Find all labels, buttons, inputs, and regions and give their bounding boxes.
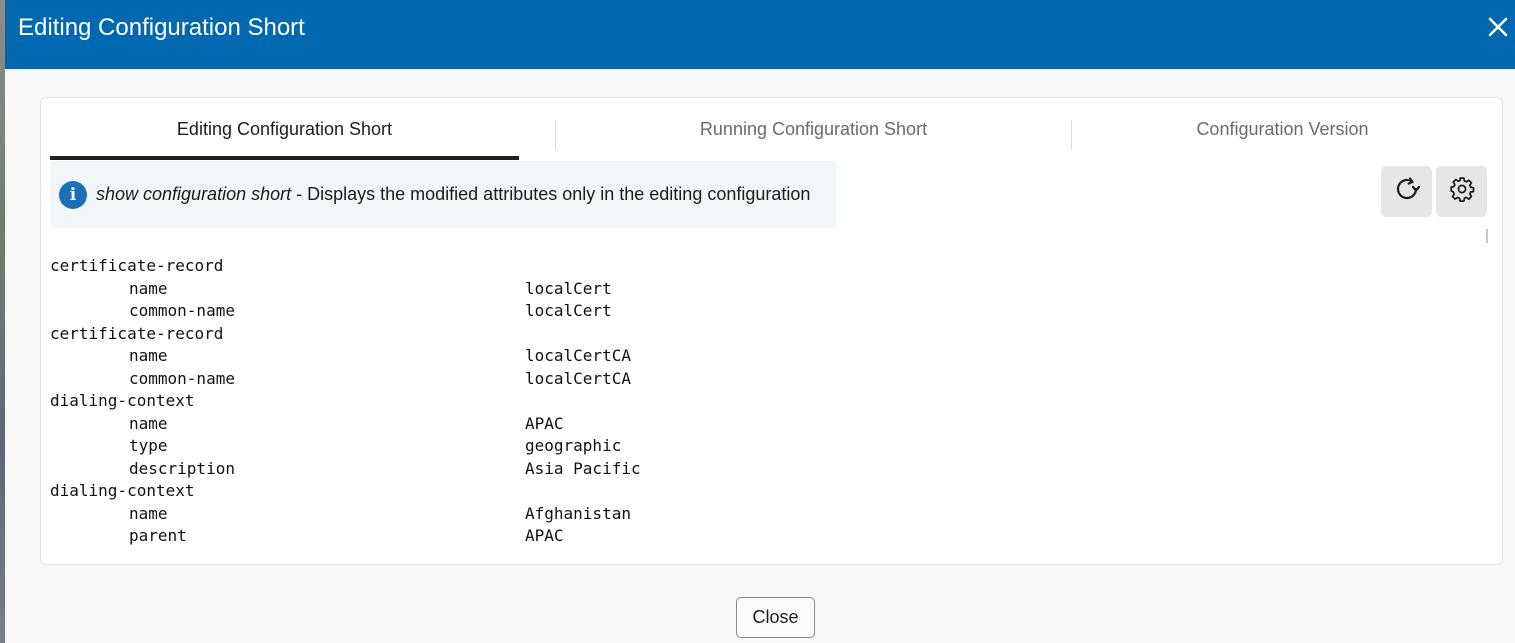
tab-configuration-version[interactable]: Configuration Version — [1072, 98, 1493, 160]
edit-config-dialog: Editing Configuration Short Editing Conf… — [5, 0, 1515, 643]
config-value: localCertCA — [525, 346, 631, 365]
config-attribute: dialing-context — [50, 481, 195, 500]
info-message: show configuration short - Displays the … — [96, 184, 810, 205]
config-attribute: type — [129, 436, 168, 455]
tab-label: Running Configuration Short — [699, 118, 928, 139]
tab-label: Editing Configuration Short — [176, 118, 393, 139]
active-tab-indicator — [50, 156, 519, 160]
config-attribute: description — [129, 458, 235, 478]
tab-bar: Editing Configuration Short Running Conf… — [50, 98, 1493, 160]
config-value: Asia Pacific — [525, 458, 641, 478]
config-line: dialing-context — [50, 480, 1480, 503]
config-line: name localCert — [50, 278, 1480, 301]
config-line: name localCertCA — [50, 345, 1480, 368]
tab-label: Configuration Version — [1196, 118, 1369, 139]
refresh-button[interactable] — [1381, 166, 1432, 217]
config-value: localCert — [525, 301, 612, 320]
config-line: common-name localCertCA — [50, 368, 1480, 391]
config-attribute: type — [129, 548, 168, 553]
config-value: localCert — [525, 278, 612, 298]
refresh-icon — [1393, 175, 1421, 208]
config-line: dialing-context — [50, 390, 1480, 413]
config-attribute: name — [129, 346, 168, 365]
dialog-title: Editing Configuration Short — [18, 14, 305, 41]
config-line: description Asia Pacific — [50, 458, 1480, 481]
config-line: parent APAC — [50, 525, 1480, 548]
close-icon[interactable] — [1485, 14, 1511, 40]
gear-icon — [1449, 176, 1475, 207]
config-value: Afghanistan — [525, 503, 631, 523]
config-line: type geographic — [50, 548, 1480, 553]
info-icon: i — [59, 180, 87, 209]
config-value: APAC — [525, 413, 564, 433]
tab-running-configuration-short[interactable]: Running Configuration Short — [556, 98, 1071, 160]
tab-editing-configuration-short[interactable]: Editing Configuration Short — [50, 98, 519, 160]
config-attribute: name — [129, 413, 168, 433]
configuration-output: certificate-record name localCert common-na… — [50, 255, 1480, 552]
dialog-titlebar: Editing Configuration Short — [5, 0, 1515, 69]
config-line: certificate-record — [50, 255, 1480, 278]
info-description: - Displays the modified attributes only … — [291, 184, 811, 204]
config-attribute: name — [129, 278, 168, 298]
settings-button[interactable] — [1436, 166, 1487, 217]
config-attribute: dialing-context — [50, 391, 195, 410]
info-command: show configuration short — [96, 184, 292, 204]
config-value: geographic — [525, 436, 622, 455]
config-line: type geographic — [50, 435, 1480, 458]
config-attribute: name — [129, 503, 168, 523]
config-value: geographic — [525, 548, 621, 553]
config-attribute: certificate-record — [50, 256, 224, 275]
info-banner: i show configuration short - Displays th… — [50, 161, 836, 228]
config-line: name APAC — [50, 413, 1480, 436]
config-line: common-name localCert — [50, 300, 1480, 323]
config-line: name Afghanistan — [50, 503, 1480, 526]
config-line: certificate-record — [50, 323, 1480, 346]
config-attribute: common-name — [129, 301, 235, 320]
config-attribute: parent — [129, 526, 187, 545]
config-value: localCertCA — [525, 368, 631, 388]
config-panel: Editing Configuration Short Running Conf… — [40, 97, 1503, 565]
config-attribute: common-name — [129, 368, 235, 388]
config-value: APAC — [525, 526, 564, 545]
config-attribute: certificate-record — [50, 323, 224, 343]
close-button[interactable]: Close — [736, 597, 815, 638]
scrollbar-thumb[interactable] — [1486, 229, 1488, 243]
